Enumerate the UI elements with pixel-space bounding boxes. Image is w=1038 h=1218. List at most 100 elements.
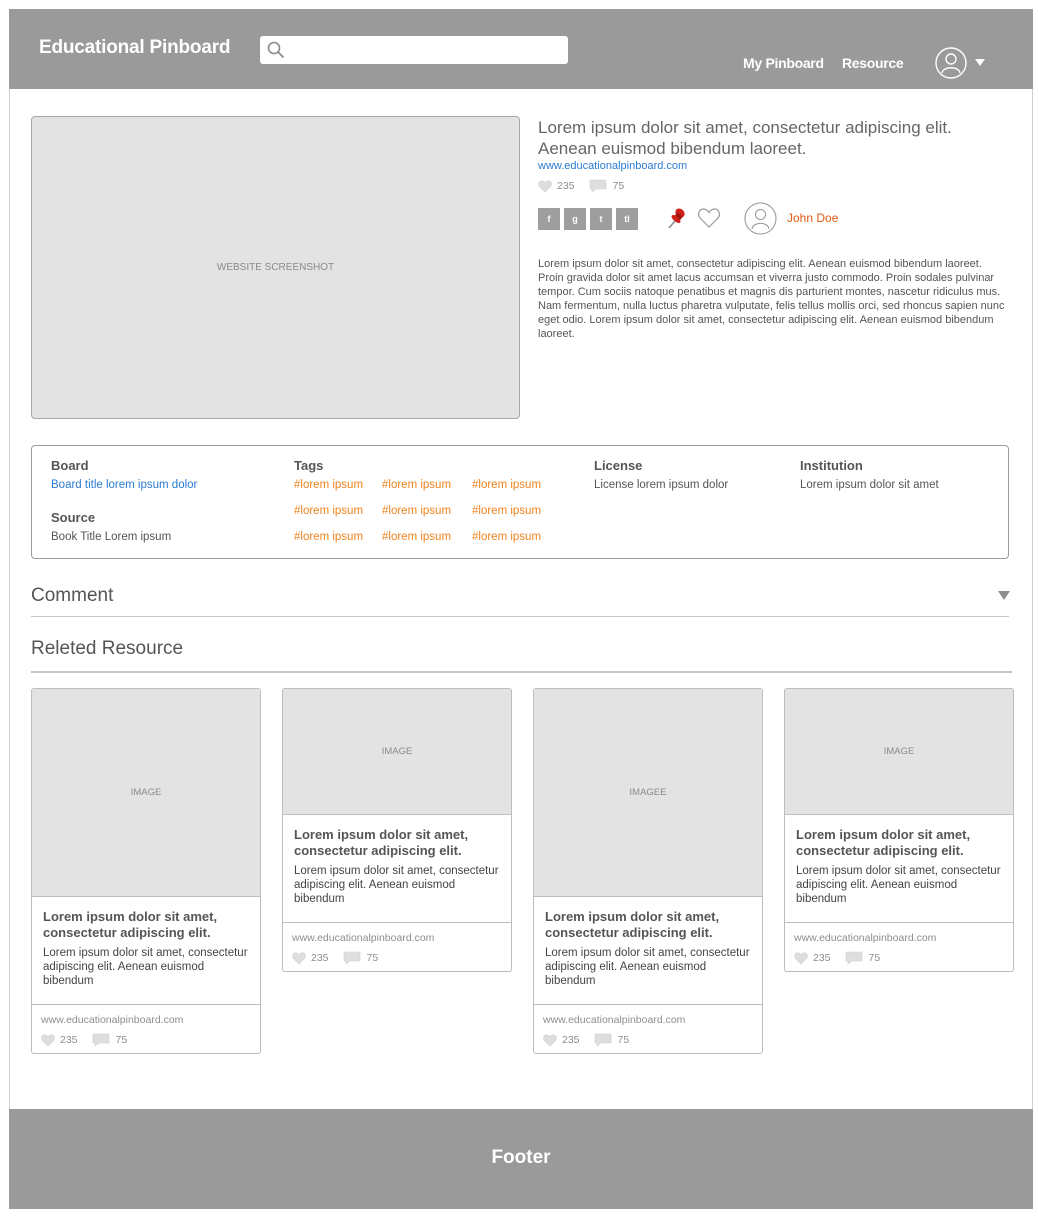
like-count: 235 (557, 180, 575, 192)
board-link[interactable]: Board title lorem ipsum dolor (51, 479, 197, 491)
search-icon (267, 41, 285, 59)
tags-label: Tags (294, 458, 324, 473)
heart-icon[interactable] (292, 951, 306, 965)
comment-count: 75 (366, 952, 379, 964)
institution-label: Institution (800, 458, 863, 473)
card-stats: 235 75 (794, 951, 1004, 965)
resource-info-box: Board Board title lorem ipsum dolor Sour… (31, 445, 1009, 559)
related-card[interactable]: IMAGE Lorem ipsum dolor sit amet, consec… (784, 688, 1014, 972)
source-value: Book Title Lorem ipsum (51, 531, 172, 543)
card-url[interactable]: www.educationalpinboard.com (543, 1014, 753, 1026)
card-text: Lorem ipsum dolor sit amet, consectetur … (43, 947, 248, 987)
resource-url[interactable]: www.educationalpinboard.com (538, 160, 687, 172)
comment-bubble-icon[interactable] (92, 1033, 110, 1047)
comment-bubble-icon[interactable] (589, 179, 607, 193)
footer-bar: Footer (9, 1109, 1033, 1209)
comment-bubble-icon[interactable] (594, 1033, 612, 1047)
facebook-share-button[interactable]: f (538, 208, 560, 230)
expand-triangle-icon[interactable] (998, 591, 1010, 600)
card-title: Lorem ipsum dolor sit amet, consectetur … (43, 909, 218, 940)
author-name[interactable]: John Doe (787, 211, 838, 225)
resource-title: Lorem ipsum dolor sit amet, consectetur … (538, 118, 952, 158)
header-bar: Educational Pinboard My Pinboard Resourc… (9, 9, 1033, 89)
card-image-label: IMAGEE (629, 787, 667, 798)
brand-logo-text[interactable]: Educational Pinboard (39, 37, 231, 59)
card-url[interactable]: www.educationalpinboard.com (794, 932, 1004, 944)
card-footer: www.educationalpinboard.com 235 75 (785, 922, 1013, 965)
tag-link[interactable]: #lorem ipsum (382, 505, 451, 517)
license-value: License lorem ipsum dolor (594, 479, 729, 491)
card-image: IMAGE (785, 689, 1013, 815)
card-title: Lorem ipsum dolor sit amet, consectetur … (545, 909, 720, 940)
tag-link[interactable]: #lorem ipsum (294, 479, 363, 491)
tag-link[interactable]: #lorem ipsum (472, 505, 541, 517)
user-avatar-icon (935, 47, 967, 79)
card-text: Lorem ipsum dolor sit amet, consectetur … (796, 865, 1001, 905)
source-label: Source (51, 510, 96, 525)
heart-icon[interactable] (538, 179, 552, 193)
google-share-button[interactable]: g (564, 208, 586, 230)
author-avatar[interactable] (744, 202, 777, 235)
tag-link[interactable]: #lorem ipsum (294, 531, 363, 543)
comment-bubble-icon[interactable] (343, 951, 361, 965)
tag-link[interactable]: #lorem ipsum (294, 505, 363, 517)
comment-count: 75 (868, 952, 881, 964)
card-image: IMAGE (283, 689, 511, 815)
website-screenshot[interactable]: WEBSITE SCREENSHOT (31, 116, 520, 419)
comment-section-title[interactable]: Comment (31, 585, 113, 607)
card-title: Lorem ipsum dolor sit amet, consectetur … (796, 827, 971, 858)
comment-count: 75 (612, 180, 625, 192)
tumblr-share-button[interactable]: tl (616, 208, 638, 230)
comment-count: 75 (617, 1034, 630, 1046)
resource-stats: 235 75 (538, 179, 624, 193)
social-share-buttons: f g t tl (538, 208, 638, 230)
footer-text: Footer (491, 1147, 551, 1168)
tag-link[interactable]: #lorem ipsum (472, 479, 541, 491)
card-text: Lorem ipsum dolor sit amet, consectetur … (294, 865, 499, 905)
card-url[interactable]: www.educationalpinboard.com (292, 932, 502, 944)
twitter-share-button[interactable]: t (590, 208, 612, 230)
chevron-down-icon (975, 59, 985, 66)
nav-my-pinboard[interactable]: My Pinboard (743, 55, 824, 71)
like-count: 235 (813, 952, 831, 964)
like-count: 235 (562, 1034, 580, 1046)
card-footer: www.educationalpinboard.com 235 75 (32, 1004, 260, 1047)
comment-divider (31, 616, 1009, 617)
card-image-label: IMAGE (381, 746, 413, 757)
screenshot-label: WEBSITE SCREENSHOT (216, 262, 335, 273)
comment-bubble-icon[interactable] (845, 951, 863, 965)
nav-resource[interactable]: Resource (842, 55, 904, 71)
related-section-title: Releted Resource (31, 638, 184, 659)
tag-link[interactable]: #lorem ipsum (472, 531, 541, 543)
related-card[interactable]: IMAGEE Lorem ipsum dolor sit amet, conse… (533, 688, 763, 1054)
license-label: License (594, 458, 643, 473)
like-count: 235 (60, 1034, 78, 1046)
user-menu[interactable] (935, 47, 991, 79)
card-url[interactable]: www.educationalpinboard.com (41, 1014, 251, 1026)
related-card[interactable]: IMAGE Lorem ipsum dolor sit amet, consec… (31, 688, 261, 1054)
card-stats: 235 75 (41, 1033, 251, 1047)
pushpin-icon[interactable] (667, 206, 691, 230)
card-title: Lorem ipsum dolor sit amet, consectetur … (294, 827, 469, 858)
resource-description: Lorem ipsum dolor sit amet, consectetur … (538, 258, 1005, 340)
search-box[interactable] (260, 36, 568, 64)
search-input[interactable] (292, 40, 560, 60)
board-label: Board (51, 458, 89, 473)
related-divider (31, 671, 1012, 673)
card-image: IMAGEE (534, 689, 762, 897)
heart-icon[interactable] (543, 1033, 557, 1047)
favorite-heart-icon[interactable] (697, 207, 721, 229)
card-stats: 235 75 (292, 951, 502, 965)
heart-icon[interactable] (794, 951, 808, 965)
card-footer: www.educationalpinboard.com 235 75 (283, 922, 511, 965)
tag-link[interactable]: #lorem ipsum (382, 479, 451, 491)
comment-count: 75 (115, 1034, 128, 1046)
card-text: Lorem ipsum dolor sit amet, consectetur … (545, 947, 750, 987)
related-card[interactable]: IMAGE Lorem ipsum dolor sit amet, consec… (282, 688, 512, 972)
heart-icon[interactable] (41, 1033, 55, 1047)
tag-link[interactable]: #lorem ipsum (382, 531, 451, 543)
card-footer: www.educationalpinboard.com 235 75 (534, 1004, 762, 1047)
card-image: IMAGE (32, 689, 260, 897)
like-count: 235 (311, 952, 329, 964)
institution-value: Lorem ipsum dolor sit amet (800, 479, 939, 491)
